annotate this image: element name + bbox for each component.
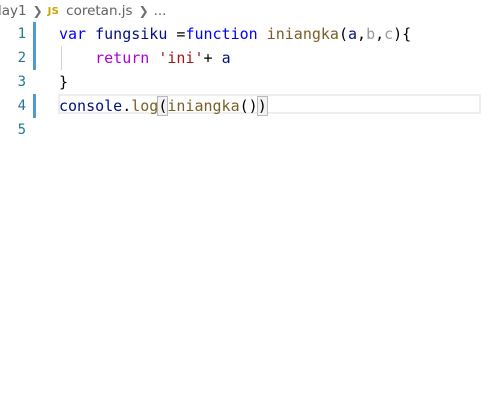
identifier-token: console	[59, 97, 123, 115]
breadcrumb-file[interactable]: JS coretan.js	[48, 3, 133, 19]
code-editor[interactable]: 1 var fungsiku =function iniangka(a,b,c)…	[0, 22, 481, 415]
control-keyword-token: return	[95, 49, 150, 67]
punctuation-token	[59, 49, 95, 67]
keyword-token: function	[185, 25, 258, 43]
modified-line-indicator[interactable]	[33, 46, 36, 70]
code-line[interactable]: 3 }	[0, 70, 481, 94]
code-text[interactable]: var fungsiku =function iniangka(a,b,c){	[59, 22, 411, 46]
unused-parameter-token: b	[366, 25, 376, 43]
function-name-token: log	[131, 97, 159, 115]
punctuation-token: ,	[375, 25, 385, 43]
chevron-right-icon: ❯	[32, 4, 43, 18]
punctuation-token: =	[167, 25, 186, 43]
code-line[interactable]: 5	[0, 118, 481, 142]
line-number: 5	[17, 122, 26, 138]
punctuation-token: (	[338, 25, 348, 43]
breadcrumb-file-label: coretan.js	[66, 3, 133, 19]
identifier-token: a	[221, 49, 231, 67]
breadcrumb-folder[interactable]: lay1	[0, 3, 27, 19]
punctuation-token: ){	[393, 25, 412, 43]
code-text[interactable]: return 'ini'+ a	[59, 46, 231, 70]
line-number: 2	[17, 50, 26, 66]
punctuation-token: ()	[239, 97, 258, 115]
function-name-token: iniangka	[167, 97, 240, 115]
punctuation-token	[149, 49, 158, 67]
code-line[interactable]: 4 console.log(iniangka())	[0, 94, 481, 118]
modified-line-indicator[interactable]	[33, 22, 36, 46]
identifier-token: a	[348, 25, 358, 43]
chevron-right-icon: ❯	[138, 4, 149, 18]
code-line[interactable]: 1 var fungsiku =function iniangka(a,b,c)…	[0, 22, 481, 46]
code-text[interactable]: }	[59, 70, 68, 94]
breadcrumb: lay1 ❯ JS coretan.js ❯ ...	[0, 0, 481, 22]
unused-parameter-token: c	[384, 25, 394, 43]
function-name-token: iniangka	[266, 25, 339, 43]
punctuation-token: .	[122, 97, 132, 115]
line-number: 3	[17, 74, 26, 90]
keyword-token: var	[59, 25, 87, 43]
line-number: 1	[17, 26, 26, 42]
punctuation-token	[86, 25, 95, 43]
matched-bracket-token: )	[256, 96, 268, 116]
modified-line-indicator[interactable]	[33, 94, 36, 118]
punctuation-token	[258, 25, 267, 43]
code-line[interactable]: 2 return 'ini'+ a	[0, 46, 481, 70]
punctuation-token: +	[203, 49, 222, 67]
punctuation-token: }	[59, 73, 69, 91]
javascript-file-icon: JS	[47, 5, 60, 17]
code-text[interactable]: console.log(iniangka())	[59, 94, 268, 118]
line-number: 4	[17, 98, 26, 114]
string-token: 'ini'	[158, 49, 204, 67]
breadcrumb-symbols[interactable]: ...	[154, 3, 167, 19]
punctuation-token: ,	[357, 25, 367, 43]
identifier-token: fungsiku	[95, 25, 168, 43]
